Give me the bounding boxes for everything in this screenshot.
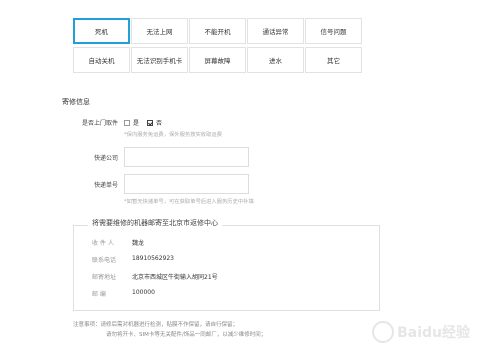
issue-label: 通话异常	[262, 28, 289, 36]
address-title: 将需要维修的机器邮寄至北京市返修中心	[88, 218, 222, 228]
address-row: 邮 编 100000	[92, 289, 155, 298]
doorstep-radio-group: 是 否	[124, 118, 170, 127]
tracking-label: 快递单号	[93, 182, 118, 189]
issue-label: 信号问题	[320, 28, 347, 36]
yes-checkbox[interactable]	[124, 119, 130, 126]
issue-label: 无法上网	[146, 28, 173, 36]
doorstep-no-option[interactable]: 否	[147, 118, 162, 127]
notes-line-2: 请勿将开卡、SIM卡等无关配件/饰品一同邮厂，以减少维修时间；	[106, 332, 267, 338]
courier-input[interactable]	[124, 147, 249, 167]
address-row: 联系电话 18910562923	[92, 255, 174, 264]
issue-option[interactable]: 无法上网	[131, 18, 188, 44]
doorstep-label: 是否上门取件	[81, 120, 118, 127]
issue-option[interactable]: 自动关机	[73, 47, 130, 73]
address-value: 魏龙	[132, 240, 145, 247]
doorstep-hint: *保内服务免运费，保外服务按实收取运费	[124, 132, 222, 138]
issue-option[interactable]: 不能开机	[189, 18, 246, 44]
address-row: 邮寄地址 北京市西城区牛街输入胡同21号	[92, 272, 218, 281]
address-value: 北京市西城区牛街输入胡同21号	[132, 274, 218, 281]
tracking-input[interactable]	[124, 174, 249, 194]
issue-option[interactable]: 其它	[305, 47, 362, 73]
issue-option[interactable]: 无法识别手机卡	[131, 47, 188, 73]
issue-option[interactable]: 进水	[247, 47, 304, 73]
notes: 注意事项：请修后需对机器进行检测，贴膜不作保留，请自行保留； 请勿将开卡、SIM…	[73, 320, 266, 340]
courier-label: 快递公司	[93, 155, 118, 162]
issue-label: 屏幕故障	[204, 57, 231, 65]
issue-label: 其它	[327, 57, 340, 65]
issue-label: 无法识别手机卡	[136, 57, 183, 65]
paw-logo-icon	[372, 321, 395, 343]
notes-line-1: 注意事项：请修后需对机器进行检测，贴膜不作保留，请自行保留；	[73, 322, 239, 328]
issue-label: 不能开机	[204, 28, 231, 36]
issue-option[interactable]: 通话异常	[247, 18, 304, 44]
address-key: 邮 编	[92, 291, 106, 298]
issue-label: 自动关机	[88, 57, 115, 65]
issue-option[interactable]: 信号问题	[305, 18, 362, 44]
tracking-hint: *如暂无快递单号，可在获取单号后进入服务历史中补填	[124, 199, 254, 205]
no-label: 否	[156, 120, 163, 127]
issue-option[interactable]: 屏幕故障	[189, 47, 246, 73]
watermark: Baidu经验	[372, 321, 470, 343]
doorstep-yes-option[interactable]: 是	[124, 118, 139, 127]
address-value: 100000	[132, 289, 155, 296]
no-checkbox[interactable]	[147, 119, 154, 126]
address-key: 邮寄地址	[92, 274, 117, 281]
yes-label: 是	[133, 120, 140, 127]
address-key: 收 件 人	[92, 240, 114, 247]
address-row: 收 件 人 魏龙	[92, 238, 144, 247]
address-key: 联系电话	[92, 257, 117, 264]
issue-label: 进水	[269, 57, 282, 65]
address-value: 18910562923	[132, 255, 174, 262]
watermark-text: Baidu经验	[397, 325, 470, 341]
section-title: 寄修信息	[62, 98, 90, 106]
issue-label: 死机	[95, 28, 108, 36]
issue-option[interactable]: 死机	[73, 18, 130, 44]
